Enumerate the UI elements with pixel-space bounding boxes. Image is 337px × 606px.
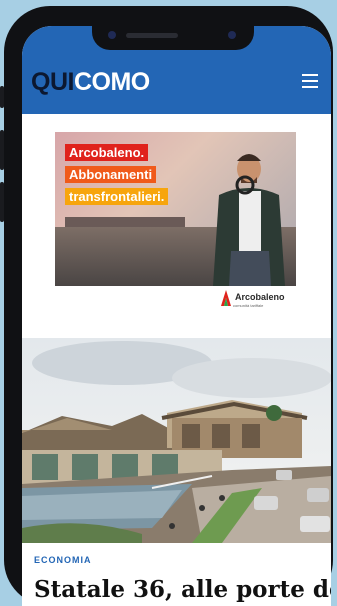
phone-frame: QUICOMO Arcobaleno. Abbonamenti transfro… [0,6,333,606]
ad-brand-subtitle: comunità tariffale [233,303,264,308]
volume-up-button [0,130,4,170]
logo-part-como: COMO [73,68,150,96]
advertisement-banner[interactable]: Arcobaleno. Abbonamenti transfrontalieri… [55,132,296,286]
ad-brand-name: Arcobaleno [235,292,285,302]
article-card[interactable]: ECONOMIA Statale 36, alle porte del [22,543,331,606]
ad-line-2: Abbonamenti [65,166,157,183]
phone-notch [92,26,254,50]
site-logo[interactable]: QUICOMO [31,68,150,96]
logo-part-qui: QUI [31,68,74,96]
ad-line-1: Arcobaleno. [65,144,149,161]
article-headline[interactable]: Statale 36, alle porte del [34,577,331,603]
ad-line-3: transfrontalieri. [65,188,169,205]
ad-footer: Arcobaleno comunità tariffale [55,286,296,312]
arcobaleno-logo-icon [221,290,231,306]
article-hero-image[interactable] [22,338,331,543]
hamburger-menu-icon[interactable] [302,74,318,88]
volume-down-button [0,182,4,222]
ad-person-image [213,154,285,286]
mute-switch [0,86,4,108]
phone-screen: QUICOMO Arcobaleno. Abbonamenti transfro… [22,26,331,606]
article-category[interactable]: ECONOMIA [34,555,92,565]
